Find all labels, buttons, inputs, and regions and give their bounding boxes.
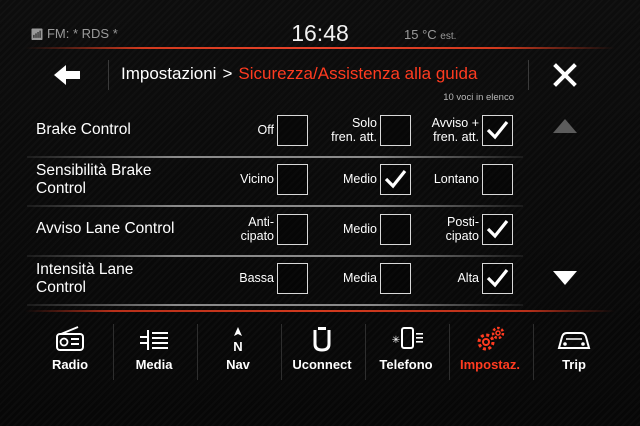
top-divider: [25, 47, 615, 49]
checkbox-checked[interactable]: [380, 164, 411, 195]
setting-label: Sensibilità Brake Control: [36, 162, 152, 197]
svg-text:✳: ✳: [392, 335, 400, 346]
nav-radio-label: Radio: [51, 357, 89, 372]
scroll-up-button[interactable]: [551, 116, 579, 141]
option-label: Lontano: [433, 172, 479, 186]
checkbox-checked[interactable]: [482, 263, 513, 294]
phone-icon: ✳: [392, 327, 423, 349]
item-count: 10 voci in elenco: [443, 92, 514, 103]
status-bar: 📶︎ FM: * RDS * 16:48 15 °C est.: [0, 0, 640, 46]
nav-telefono[interactable]: ✳ Telefono: [366, 316, 446, 388]
back-button[interactable]: [48, 60, 88, 90]
setting-row: Intensità Lane Control Bassa Media Alta: [27, 256, 523, 306]
checkbox-checked[interactable]: [482, 214, 513, 245]
checkbox[interactable]: [277, 164, 308, 195]
media-icon: [140, 330, 168, 350]
option-label: Posti- cipato: [445, 215, 479, 243]
temperature-value: 15 °C: [404, 27, 437, 42]
checkbox[interactable]: [482, 164, 513, 195]
svg-text:N: N: [233, 339, 242, 354]
checkbox[interactable]: [277, 263, 308, 294]
option-label: Media: [342, 271, 377, 285]
checkbox[interactable]: [277, 214, 308, 245]
option-label: Anti- cipato: [240, 215, 274, 243]
nav-radio[interactable]: Radio: [30, 316, 110, 388]
back-arrow-icon: [54, 65, 80, 85]
option-label: Medio: [342, 172, 377, 186]
nav-nav[interactable]: N Nav: [198, 316, 278, 388]
scroll-down-button[interactable]: [551, 268, 579, 293]
setting-label: Avviso Lane Control: [36, 220, 175, 237]
breadcrumb-separator: >: [222, 64, 233, 83]
setting-row: Brake Control Off Solo fren. att. Avviso + …: [27, 108, 523, 158]
checkmark-icon: [486, 121, 509, 140]
option-label: Off: [257, 123, 274, 137]
setting-label: Brake Control: [36, 121, 131, 138]
trip-car-icon: [557, 332, 591, 349]
triangle-down-icon: [553, 271, 577, 285]
nav-uconnect[interactable]: Uconnect: [282, 316, 362, 388]
setting-row: Sensibilità Brake Control Vicino Medio Lont…: [27, 157, 523, 207]
nav-nav-label: Nav: [226, 357, 250, 372]
close-icon: [553, 63, 577, 87]
nav-uconnect-label: Uconnect: [292, 357, 352, 372]
outside-temperature: 15 °C est.: [404, 27, 456, 42]
breadcrumb-current: Sicurezza/Assistenza alla guida: [238, 64, 478, 83]
checkmark-icon: [384, 170, 407, 189]
triangle-up-icon: [553, 119, 577, 133]
nav-media-label: Media: [135, 357, 173, 372]
checkbox-checked[interactable]: [482, 115, 513, 146]
close-button[interactable]: [550, 60, 580, 90]
bottom-nav: Radio Media N Nav Uconnect ✳ Telefono Im…: [25, 316, 615, 388]
nav-trip-label: Trip: [562, 357, 586, 372]
option-label: Medio: [342, 222, 377, 236]
header-divider-right: [528, 60, 529, 90]
breadcrumb-parent[interactable]: Impostazioni: [121, 64, 216, 83]
option-label: Solo fren. att.: [331, 116, 377, 144]
checkmark-icon: [486, 269, 509, 288]
clock: 16:48: [291, 20, 349, 46]
nav-impostazioni[interactable]: Impostaz.: [450, 316, 530, 388]
row-separator: [27, 304, 523, 306]
nav-compass-icon: N: [233, 327, 243, 354]
checkbox[interactable]: [380, 115, 411, 146]
nav-media[interactable]: Media: [114, 316, 194, 388]
checkbox[interactable]: [380, 214, 411, 245]
option-label: Vicino: [240, 172, 274, 186]
nav-impostazioni-label: Impostaz.: [460, 357, 520, 372]
setting-label: Intensità Lane Control: [36, 261, 134, 296]
setting-row: Avviso Lane Control Anti- cipato Medio Post…: [27, 207, 523, 257]
checkbox[interactable]: [380, 263, 411, 294]
nav-telefono-label: Telefono: [379, 357, 433, 372]
temperature-note: est.: [440, 31, 457, 42]
radio-icon: [56, 326, 84, 351]
nav-divider: [25, 310, 615, 312]
option-label: Avviso + fren. att.: [431, 116, 479, 144]
option-label: Bassa: [239, 271, 274, 285]
checkmark-icon: [486, 220, 509, 239]
uconnect-icon: [313, 327, 331, 352]
settings-screen: 📶︎ FM: * RDS * 16:48 15 °C est. Impostazi…: [0, 0, 640, 426]
page-title: Impostazioni > Sicurezza/Assistenza alla g…: [121, 64, 477, 84]
checkbox[interactable]: [277, 115, 308, 146]
nav-trip[interactable]: Trip: [534, 316, 614, 388]
option-label: Alta: [457, 271, 479, 285]
settings-gears-icon: [477, 326, 505, 351]
header-divider-left: [108, 60, 109, 90]
